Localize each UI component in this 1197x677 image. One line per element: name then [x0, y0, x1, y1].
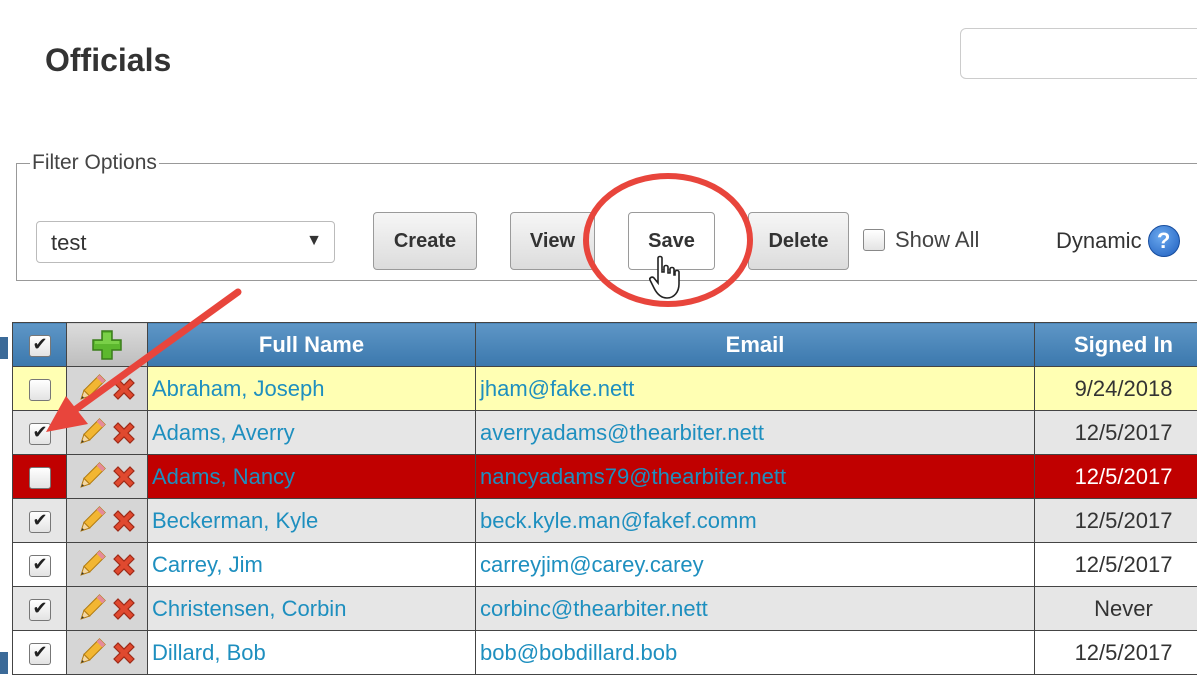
row-checkbox[interactable] [28, 378, 51, 401]
add-header [66, 322, 148, 367]
full-name-cell[interactable]: Beckerman, Kyle [147, 498, 476, 543]
save-button[interactable]: Save [628, 212, 715, 270]
select-all-header [12, 322, 67, 367]
select-all-checkbox[interactable] [28, 334, 51, 357]
row-checkbox[interactable] [28, 598, 51, 621]
delete-button[interactable]: Delete [748, 212, 849, 270]
email-cell[interactable]: carreyjim@carey.carey [475, 542, 1035, 587]
x-icon[interactable] [109, 550, 139, 580]
email-cell[interactable]: bob@bobdillard.bob [475, 630, 1035, 675]
table-header-row: Full Name Email Signed In [12, 322, 1197, 367]
table-row[interactable]: Abraham, Joseph jham@fake.nett 9/24/2018 [12, 366, 1197, 411]
table-row[interactable]: Dillard, Bobbob@bobdillard.bob12/5/2017 [12, 630, 1197, 675]
email-cell[interactable]: averryadams@thearbiter.nett [475, 410, 1035, 455]
signed-in-cell: 12/5/2017 [1034, 498, 1197, 543]
left-edge-tab [0, 652, 8, 674]
row-checkbox[interactable] [28, 422, 51, 445]
filter-select-value: test [51, 230, 87, 255]
pencil-icon[interactable] [75, 373, 107, 405]
row-actions-cell [66, 630, 148, 675]
row-select-cell [12, 630, 67, 675]
plus-icon[interactable] [90, 328, 124, 362]
row-actions-cell [66, 410, 148, 455]
full-name-cell[interactable]: Abraham, Joseph [147, 366, 476, 411]
left-edge-tab [0, 337, 8, 359]
show-all-toggle[interactable]: Show All [863, 227, 979, 253]
table-row[interactable]: Christensen, Corbincorbinc@thearbiter.ne… [12, 586, 1197, 631]
signed-in-cell: 12/5/2017 [1034, 630, 1197, 675]
pencil-icon[interactable] [75, 417, 107, 449]
row-select-cell [12, 454, 67, 499]
table-row[interactable]: Adams, Nancy nancyadams79@thearbiter.nett… [12, 454, 1197, 499]
email-cell[interactable]: beck.kyle.man@fakef.comm [475, 498, 1035, 543]
row-select-cell [12, 498, 67, 543]
table-row[interactable]: Carrey, Jimcarreyjim@carey.carey12/5/201… [12, 542, 1197, 587]
chevron-down-icon: ▼ [306, 232, 322, 249]
row-checkbox[interactable] [28, 466, 51, 489]
signed-in-cell: 12/5/2017 [1034, 454, 1197, 499]
email-cell[interactable]: corbinc@thearbiter.nett [475, 586, 1035, 631]
email-header[interactable]: Email [475, 322, 1035, 367]
row-select-cell [12, 542, 67, 587]
full-name-header[interactable]: Full Name [147, 322, 476, 367]
pencil-icon[interactable] [75, 461, 107, 493]
row-actions-cell [66, 366, 148, 411]
x-icon[interactable] [109, 374, 139, 404]
row-select-cell [12, 366, 67, 411]
email-cell[interactable]: jham@fake.nett [475, 366, 1035, 411]
signed-in-cell: 9/24/2018 [1034, 366, 1197, 411]
officials-page: Officials Filter Options test ▼ Create V… [0, 0, 1197, 677]
page-title: Officials [45, 42, 172, 78]
table-row[interactable]: Adams, Averryaverryadams@thearbiter.nett… [12, 410, 1197, 455]
filter-select[interactable]: test ▼ [36, 221, 335, 263]
row-checkbox[interactable] [28, 554, 51, 577]
row-actions-cell [66, 542, 148, 587]
officials-table: Full Name Email Signed In Abraham, Josep… [12, 322, 1197, 675]
x-icon[interactable] [109, 506, 139, 536]
table-row[interactable]: Beckerman, Kylebeck.kyle.man@fakef.comm1… [12, 498, 1197, 543]
x-icon[interactable] [109, 638, 139, 668]
pencil-icon[interactable] [75, 549, 107, 581]
row-actions-cell [66, 454, 148, 499]
row-actions-cell [66, 498, 148, 543]
dynamic-label: Dynamic [1056, 228, 1142, 253]
x-icon[interactable] [109, 594, 139, 624]
row-checkbox[interactable] [28, 642, 51, 665]
email-cell[interactable]: nancyadams79@thearbiter.nett [475, 454, 1035, 499]
full-name-cell[interactable]: Dillard, Bob [147, 630, 476, 675]
signed-in-cell: Never [1034, 586, 1197, 631]
full-name-cell[interactable]: Christensen, Corbin [147, 586, 476, 631]
create-button[interactable]: Create [373, 212, 477, 270]
dynamic-help: Dynamic ? [1056, 225, 1180, 257]
view-button[interactable]: View [510, 212, 595, 270]
show-all-checkbox[interactable] [863, 229, 885, 251]
search-input[interactable] [960, 28, 1197, 79]
signed-in-cell: 12/5/2017 [1034, 542, 1197, 587]
row-select-cell [12, 410, 67, 455]
signed-in-header[interactable]: Signed In [1034, 322, 1197, 367]
full-name-cell[interactable]: Carrey, Jim [147, 542, 476, 587]
row-checkbox[interactable] [28, 510, 51, 533]
x-icon[interactable] [109, 462, 139, 492]
full-name-cell[interactable]: Adams, Nancy [147, 454, 476, 499]
show-all-label: Show All [895, 227, 980, 252]
pencil-icon[interactable] [75, 593, 107, 625]
help-icon[interactable]: ? [1147, 225, 1180, 257]
row-actions-cell [66, 586, 148, 631]
pencil-icon[interactable] [75, 637, 107, 669]
full-name-cell[interactable]: Adams, Averry [147, 410, 476, 455]
pencil-icon[interactable] [75, 505, 107, 537]
filter-options-legend: Filter Options [30, 151, 159, 175]
signed-in-cell: 12/5/2017 [1034, 410, 1197, 455]
x-icon[interactable] [109, 418, 139, 448]
row-select-cell [12, 586, 67, 631]
